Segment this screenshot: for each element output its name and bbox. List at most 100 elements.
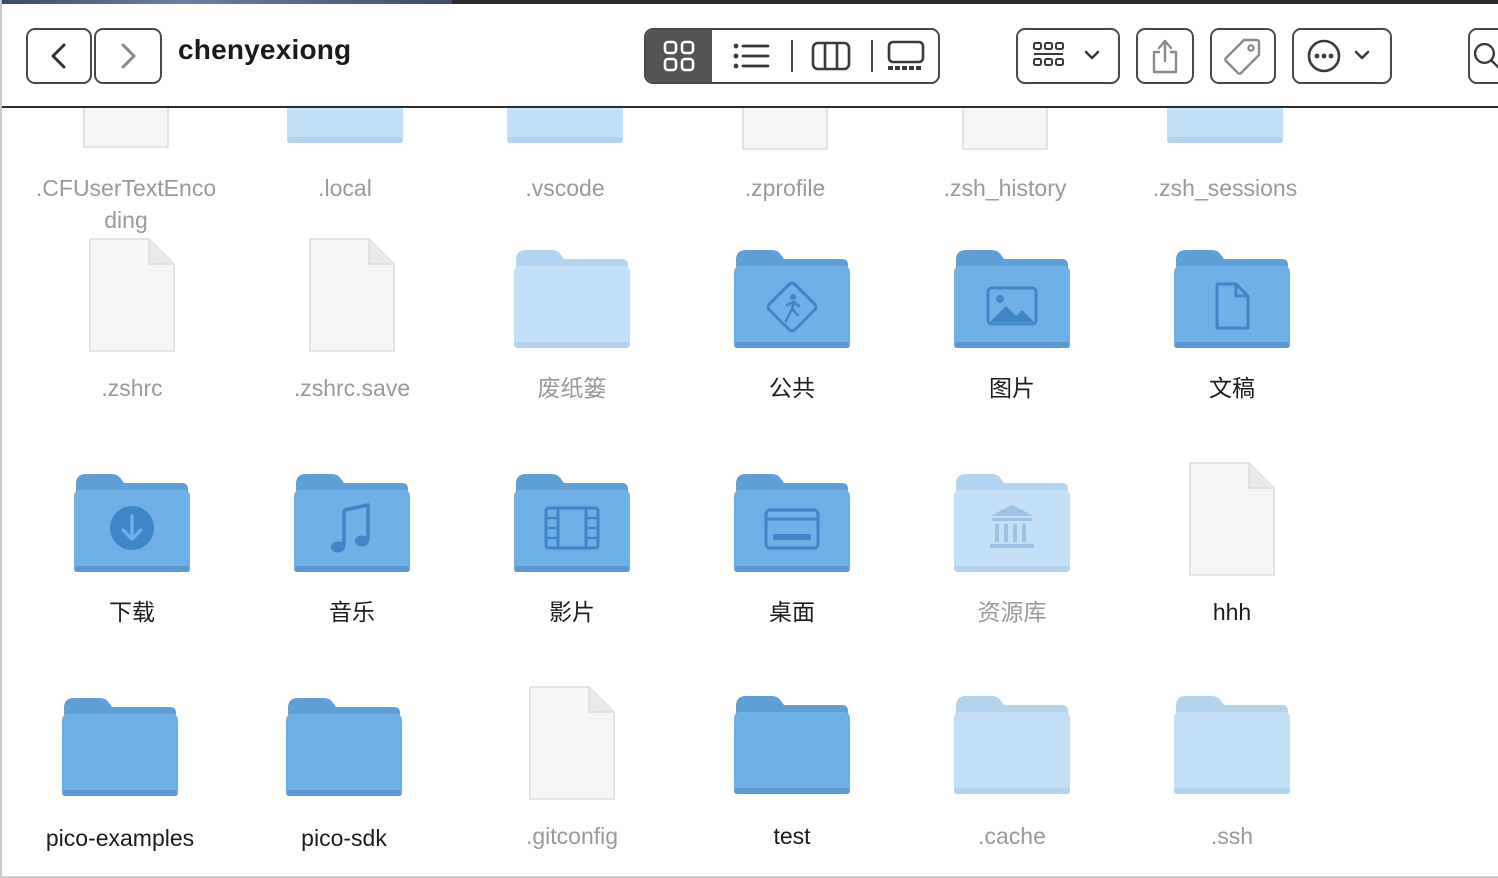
document-icon: [16, 108, 236, 150]
folder-item[interactable]: pico-sdk: [234, 686, 454, 856]
folder-item[interactable]: .zsh_sessions: [1115, 108, 1335, 240]
public-folder-icon: [682, 234, 902, 350]
folder-name: 废纸篓: [537, 375, 607, 401]
folder-name: pico-examples: [45, 825, 195, 851]
downloads-folder-icon: [22, 458, 242, 574]
gallery-icon: [887, 40, 925, 70]
folder-item[interactable]: 公共: [682, 234, 902, 404]
folder-name: 音乐: [329, 599, 375, 625]
share-icon: [1152, 39, 1178, 74]
folder-icon: [1122, 684, 1342, 796]
file-name: hhh: [1212, 599, 1252, 625]
trash-folder-icon: [462, 234, 682, 350]
folder-name: .ssh: [1210, 823, 1254, 849]
file-item[interactable]: .zsh_history: [895, 108, 1115, 240]
tag-icon: [1224, 38, 1261, 75]
folder-icon: [682, 684, 902, 796]
segment-divider: [791, 40, 793, 72]
document-icon: [242, 234, 462, 354]
folder-item[interactable]: 影片: [462, 458, 682, 628]
folder-item[interactable]: .local: [235, 108, 455, 240]
icon-view-button[interactable]: [646, 30, 712, 82]
segment-divider: [871, 40, 873, 72]
folder-icon: [234, 686, 454, 798]
folder-item[interactable]: .vscode: [455, 108, 675, 240]
search-icon: [1473, 42, 1498, 69]
file-name: .gitconfig: [525, 823, 619, 849]
toolbar: chenyexiong: [0, 4, 1498, 108]
folder-item[interactable]: 下载: [22, 458, 242, 628]
more-actions-button[interactable]: [1292, 28, 1392, 84]
back-button[interactable]: [26, 28, 92, 84]
file-item[interactable]: .zshrc: [22, 234, 242, 404]
document-icon: [462, 682, 682, 802]
file-name: .zshrc: [101, 375, 163, 401]
file-name: .zprofile: [744, 175, 826, 201]
group-by-button[interactable]: [1016, 28, 1120, 84]
column-view-button[interactable]: [794, 30, 868, 82]
folder-item[interactable]: 音乐: [242, 458, 462, 628]
folder-item[interactable]: 图片: [902, 234, 1122, 404]
grid-icon: [663, 40, 695, 72]
movies-folder-icon: [462, 458, 682, 574]
desktop-folder-icon: [682, 458, 902, 574]
list-view-button[interactable]: [712, 30, 790, 82]
folder-item[interactable]: 资源库: [902, 458, 1122, 628]
folder-item[interactable]: test: [682, 684, 902, 854]
folder-name: .cache: [978, 823, 1046, 849]
share-button[interactable]: [1136, 28, 1194, 84]
folder-item[interactable]: .ssh: [1122, 684, 1342, 854]
chevron-right-icon: [121, 43, 136, 69]
documents-folder-icon: [1122, 234, 1342, 350]
folder-name: 桌面: [769, 599, 815, 625]
gallery-view-button[interactable]: [874, 30, 938, 82]
pictures-folder-icon: [902, 234, 1122, 350]
file-grid: .CFUserTextEnco ding .local .vscode .zpro…: [0, 108, 1498, 876]
list-icon: [733, 43, 770, 69]
folder-name: 下载: [109, 599, 155, 625]
columns-icon: [811, 41, 851, 71]
file-name: .zsh_history: [943, 175, 1067, 201]
file-item[interactable]: .zshrc.save: [242, 234, 462, 404]
document-icon: [1122, 458, 1342, 578]
folder-icon: [1115, 108, 1335, 145]
file-item[interactable]: .gitconfig: [462, 682, 682, 852]
document-icon: [22, 234, 242, 354]
folder-name: 文稿: [1209, 375, 1255, 401]
file-item[interactable]: .zprofile: [675, 108, 895, 240]
folder-name: pico-sdk: [301, 825, 387, 851]
forward-button[interactable]: [94, 28, 162, 84]
group-grid-icon: [1033, 42, 1100, 66]
finder-window: chenyexiong .CFUserTextEnco ding .local …: [0, 0, 1498, 878]
folder-name: .zsh_sessions: [1152, 175, 1298, 201]
window-left-edge: [0, 0, 2, 878]
folder-icon: [10, 686, 230, 798]
folder-item[interactable]: 桌面: [682, 458, 902, 628]
folder-item[interactable]: 文稿: [1122, 234, 1342, 404]
folder-item[interactable]: .cache: [902, 684, 1122, 854]
music-folder-icon: [242, 458, 462, 574]
search-button[interactable]: [1468, 28, 1498, 84]
tag-button[interactable]: [1210, 28, 1276, 84]
folder-icon: [455, 108, 675, 145]
folder-item[interactable]: 废纸篓: [462, 234, 682, 404]
folder-icon: [235, 108, 455, 145]
file-item[interactable]: hhh: [1122, 458, 1342, 628]
folder-name: test: [773, 823, 811, 849]
folder-name: .vscode: [525, 175, 605, 201]
folder-name: 图片: [989, 375, 1035, 401]
view-mode-control: [644, 28, 940, 84]
folder-icon: [902, 684, 1122, 796]
folder-item[interactable]: pico-examples: [10, 686, 230, 856]
document-icon: [675, 108, 895, 152]
document-icon: [895, 108, 1115, 152]
folder-name: .local: [318, 175, 372, 201]
chevron-left-icon: [51, 43, 66, 69]
folder-name: 影片: [549, 599, 595, 625]
file-name: .CFUserTextEnco ding: [35, 175, 217, 233]
folder-name: 资源库: [977, 599, 1047, 625]
library-folder-icon: [902, 458, 1122, 574]
file-item[interactable]: .CFUserTextEnco ding: [16, 108, 236, 240]
file-name: .zshrc.save: [293, 375, 411, 401]
folder-name: 公共: [769, 375, 815, 401]
